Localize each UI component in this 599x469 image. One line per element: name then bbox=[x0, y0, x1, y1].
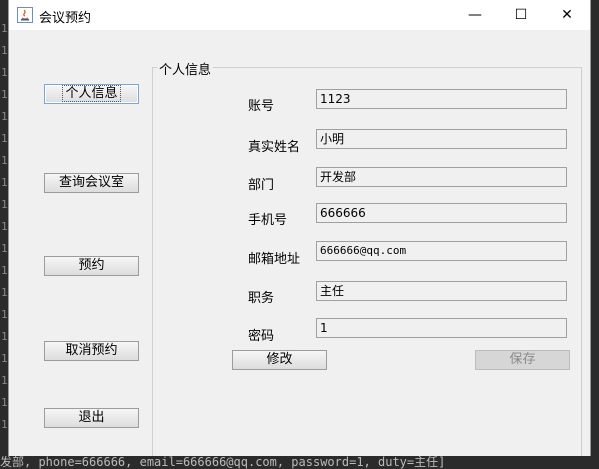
console-output-line: 发部, phone=666666, email=666666@qq.com, p… bbox=[0, 456, 599, 469]
phone-field[interactable]: 666666 bbox=[316, 203, 567, 223]
account-field[interactable]: 1123 bbox=[316, 89, 567, 109]
maximize-icon: ☐ bbox=[514, 7, 528, 23]
modify-label: 修改 bbox=[266, 352, 293, 367]
email-field[interactable]: 666666@qq.com bbox=[316, 241, 567, 261]
reserve-label: 预约 bbox=[78, 258, 105, 273]
duty-field[interactable]: 主任 bbox=[316, 281, 567, 301]
personal-info-label: 个人信息 bbox=[62, 85, 121, 102]
password-label: 密码 bbox=[248, 329, 275, 344]
close-icon: ✕ bbox=[561, 7, 573, 23]
save-button[interactable]: 保存 bbox=[475, 350, 570, 370]
personal-info-button[interactable]: 个人信息 bbox=[44, 84, 139, 104]
department-field[interactable]: 开发部 bbox=[316, 167, 567, 187]
modify-button[interactable]: 修改 bbox=[232, 350, 327, 370]
real-name-label: 真实姓名 bbox=[248, 140, 301, 155]
phone-label: 手机号 bbox=[248, 213, 288, 228]
reserve-button[interactable]: 预约 bbox=[44, 256, 139, 276]
minimize-icon: — bbox=[468, 7, 482, 23]
window-title: 会议预约 bbox=[39, 11, 92, 26]
real-name-field[interactable]: 小明 bbox=[316, 129, 567, 149]
minimize-button[interactable]: — bbox=[452, 0, 498, 30]
ide-line-gutter: 111 111 111 111 111 111 1 bbox=[0, 0, 8, 469]
personal-info-group bbox=[152, 67, 582, 456]
close-button[interactable]: ✕ bbox=[544, 0, 590, 30]
query-rooms-label: 查询会议室 bbox=[58, 175, 124, 190]
cancel-reservation-label: 取消预约 bbox=[65, 343, 118, 358]
save-label: 保存 bbox=[509, 352, 536, 367]
group-title: 个人信息 bbox=[157, 59, 214, 78]
department-label: 部门 bbox=[248, 178, 275, 193]
java-app-icon bbox=[17, 7, 33, 23]
duty-label: 职务 bbox=[248, 291, 275, 306]
account-label: 账号 bbox=[248, 99, 275, 114]
query-rooms-button[interactable]: 查询会议室 bbox=[44, 173, 139, 193]
maximize-button[interactable]: ☐ bbox=[498, 0, 544, 30]
exit-button[interactable]: 退出 bbox=[44, 408, 139, 428]
cancel-reservation-button[interactable]: 取消预约 bbox=[44, 341, 139, 361]
title-bar[interactable]: 会议预约 — ☐ ✕ bbox=[9, 0, 590, 30]
app-window: 会议预约 — ☐ ✕ 个人信息 查询会议室 预约 取消预约 退出 个人信息 账号… bbox=[8, 0, 591, 456]
exit-label: 退出 bbox=[78, 410, 105, 425]
email-label: 邮箱地址 bbox=[248, 252, 301, 267]
password-field[interactable]: 1 bbox=[316, 318, 567, 338]
